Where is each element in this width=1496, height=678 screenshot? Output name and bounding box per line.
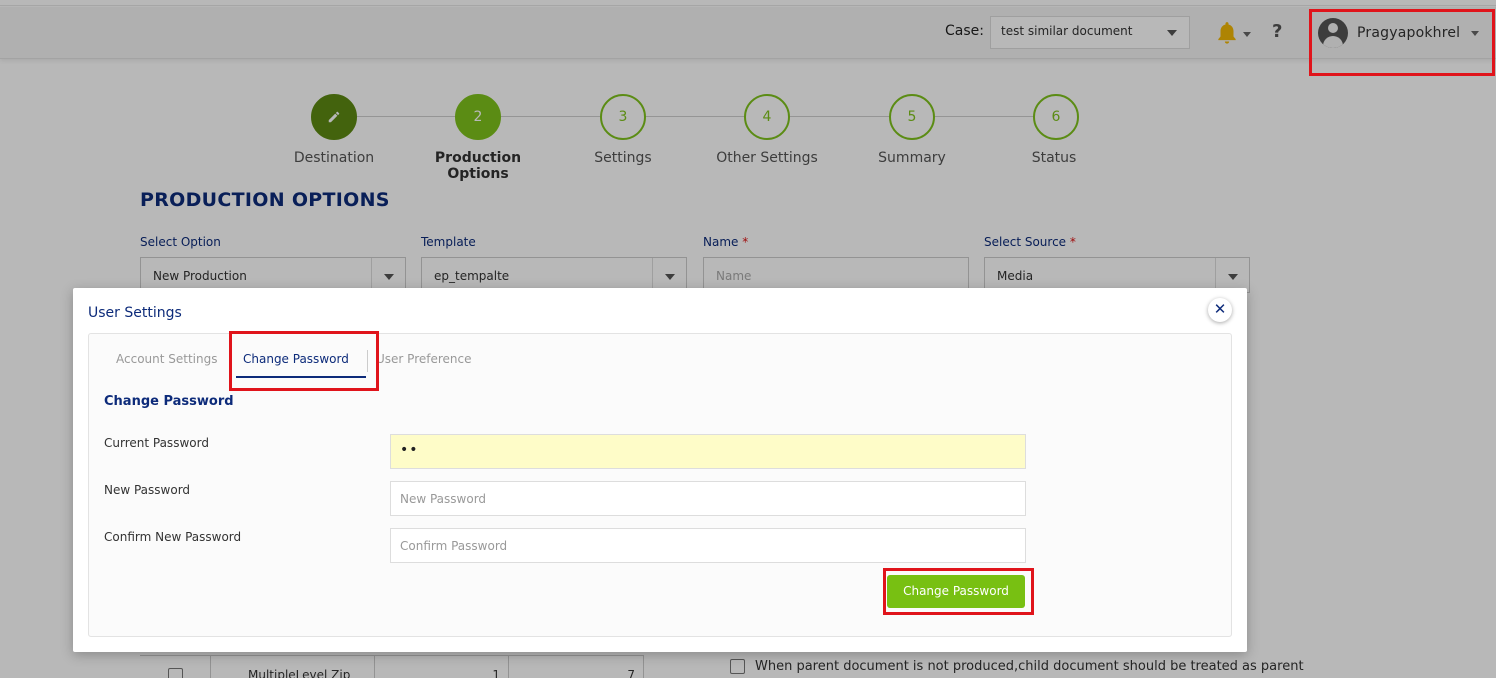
- current-password-value: ••: [400, 442, 419, 458]
- button-highlight: [883, 568, 1034, 615]
- confirm-password-placeholder: Confirm Password: [400, 539, 508, 553]
- current-password-input[interactable]: ••: [390, 434, 1026, 469]
- user-settings-modal: User Settings ✕ Account Settings Change …: [73, 288, 1247, 652]
- new-password-label: New Password: [104, 483, 191, 497]
- current-password-label: Current Password: [104, 436, 209, 450]
- section-title: Change Password: [104, 394, 234, 409]
- tab-account-settings[interactable]: Account Settings: [116, 352, 217, 366]
- confirm-password-label: Confirm New Password: [104, 530, 242, 544]
- new-password-input[interactable]: New Password: [390, 481, 1026, 516]
- tab-highlight: [229, 331, 379, 391]
- modal-title: User Settings: [88, 305, 182, 321]
- new-password-placeholder: New Password: [400, 492, 487, 506]
- close-icon[interactable]: ✕: [1208, 298, 1232, 322]
- tab-user-preference[interactable]: User Preference: [376, 352, 472, 366]
- user-menu-highlight-top: [1309, 9, 1495, 76]
- confirm-password-input[interactable]: Confirm Password: [390, 528, 1026, 563]
- modal-body: Account Settings Change Password User Pr…: [88, 331, 1232, 637]
